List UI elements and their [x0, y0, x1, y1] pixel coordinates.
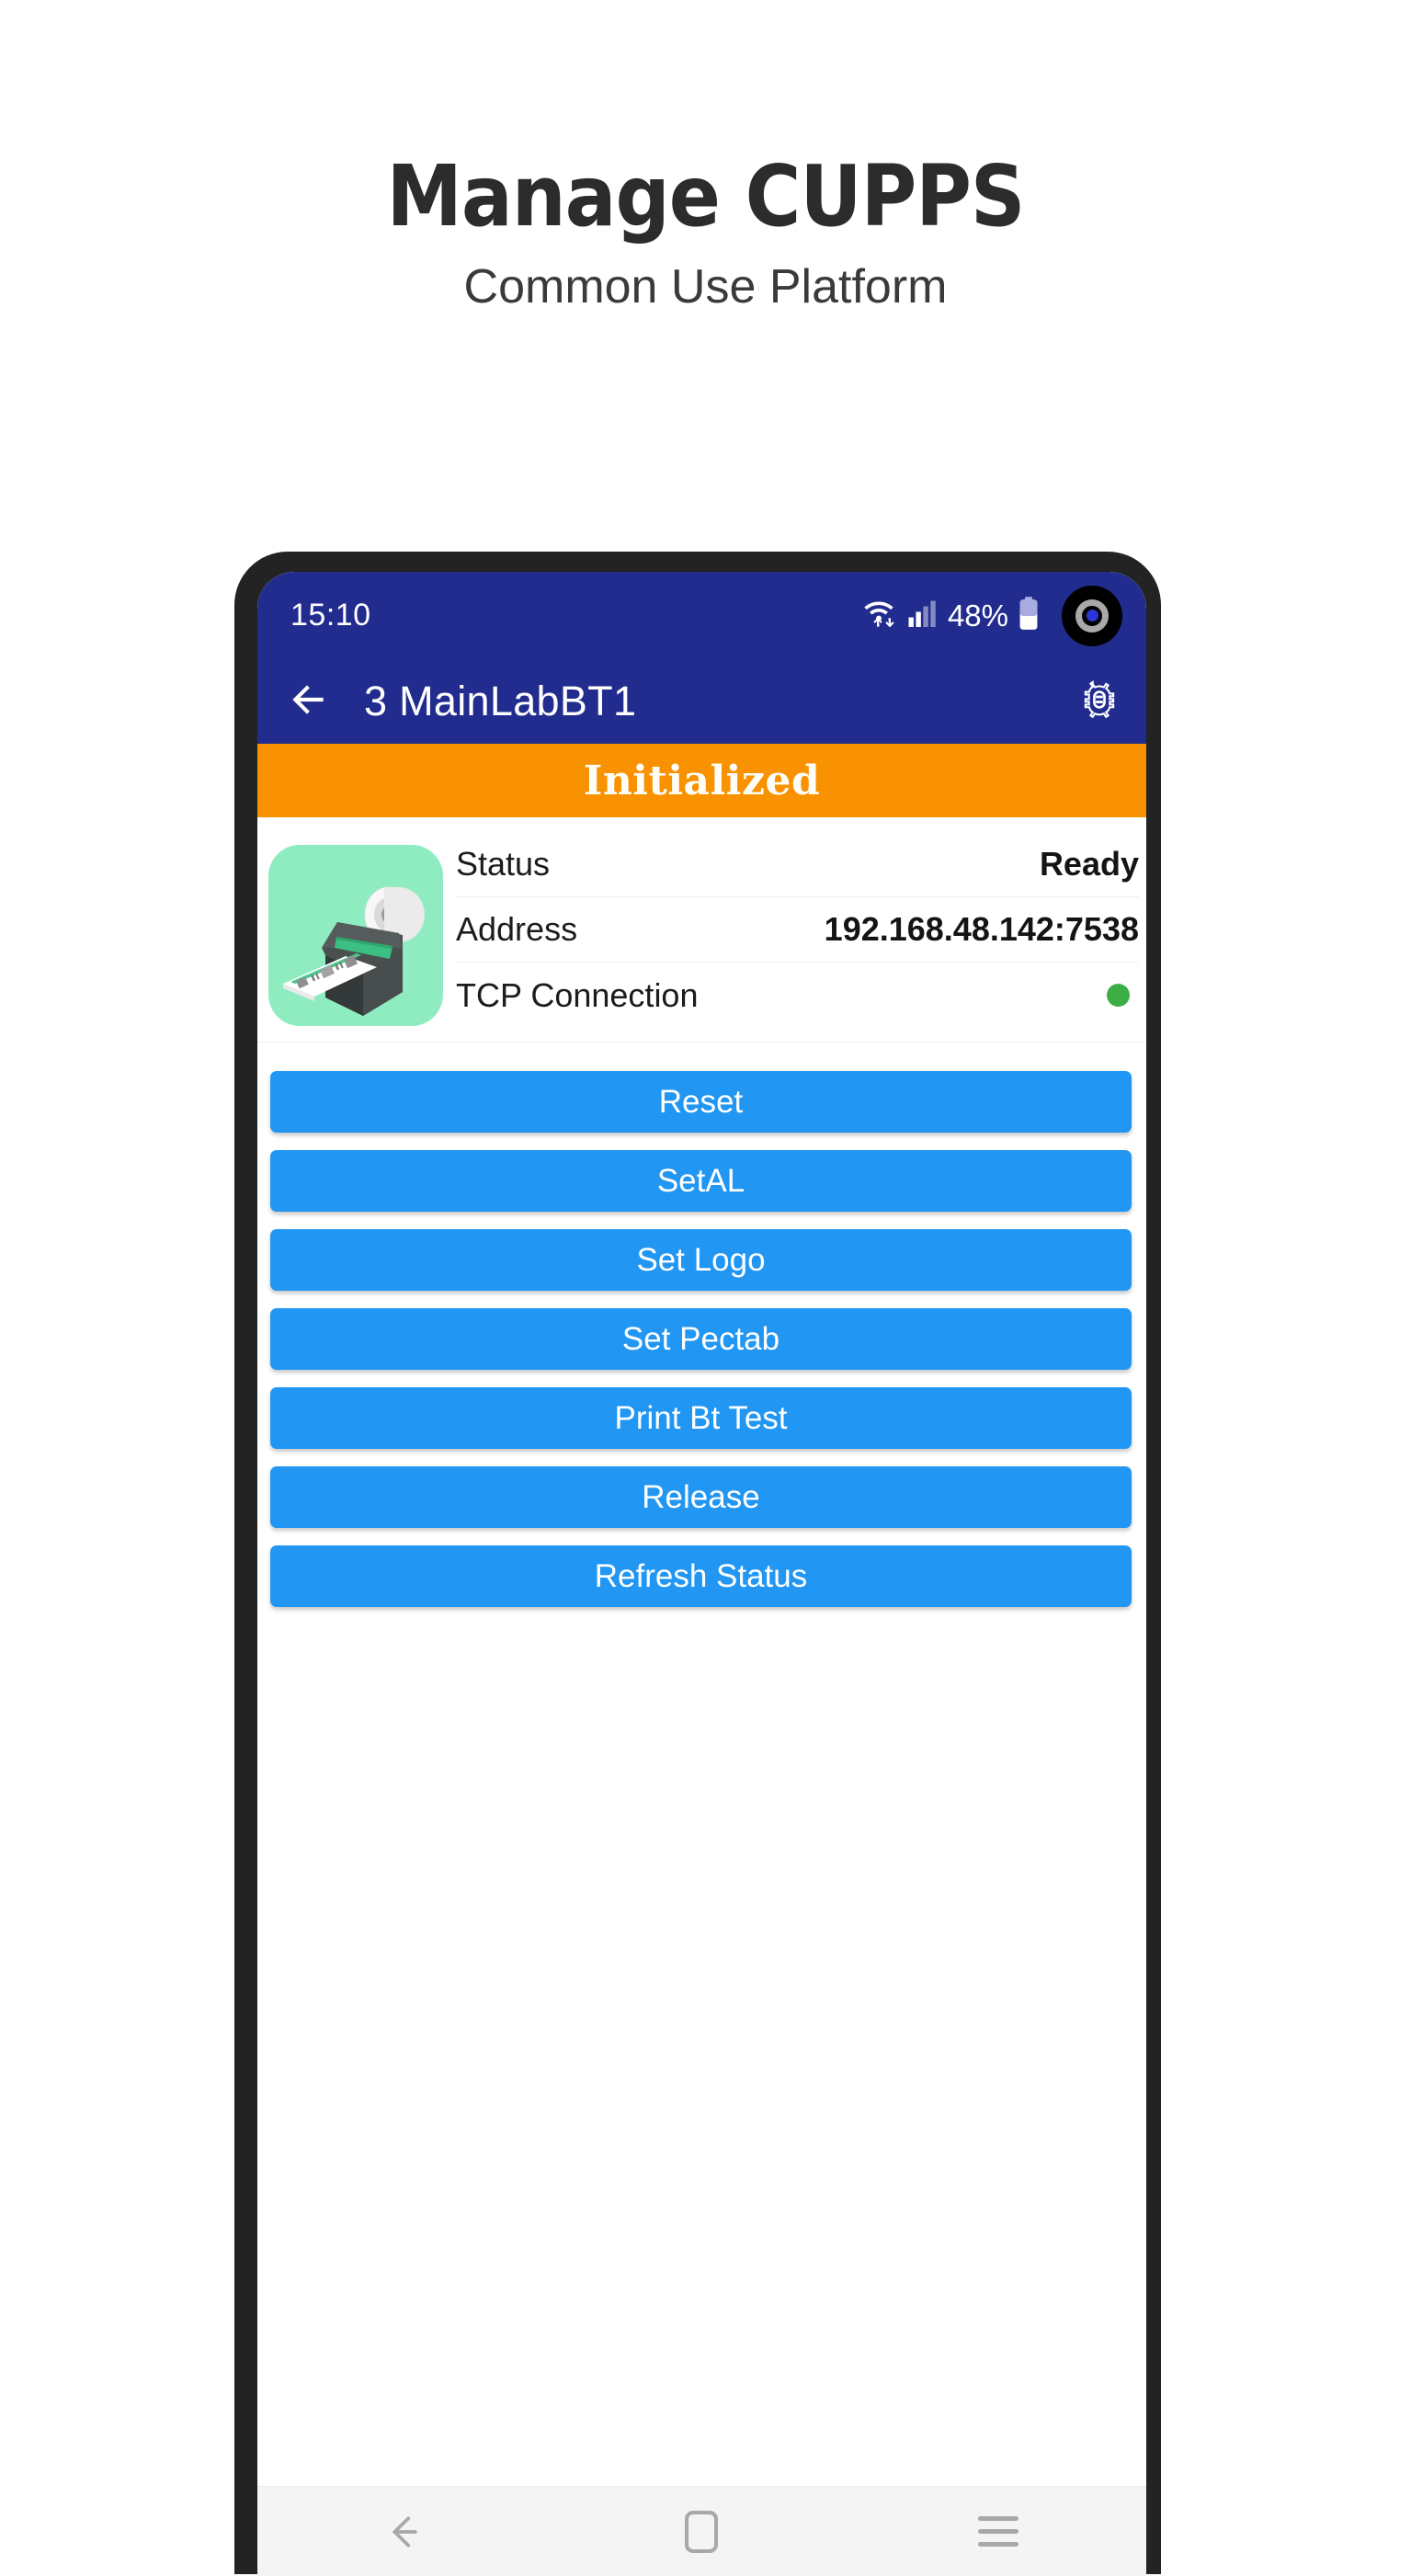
- info-value: 192.168.48.142:7538: [824, 910, 1139, 948]
- page-title: Manage CUPPS: [386, 147, 1025, 245]
- info-label: Status: [456, 845, 551, 883]
- info-row-status: Status Ready: [456, 832, 1139, 897]
- android-nav-bar: [257, 2486, 1146, 2576]
- boarding-pass-printer-icon: [268, 845, 443, 1026]
- status-bar-clock: 15:10: [290, 598, 371, 633]
- info-value: Ready: [1039, 845, 1139, 883]
- device-card: Status Ready Address 192.168.48.142:7538…: [257, 817, 1146, 1028]
- app-bar-title: 3 MainLabBT1: [364, 678, 637, 724]
- nav-recents-icon[interactable]: [850, 2516, 1146, 2547]
- phone-screen: 15:10 48% 3 MainLabBT1 Initialized Statu…: [257, 572, 1146, 2576]
- nav-back-icon[interactable]: [257, 2508, 553, 2556]
- status-badge: [1107, 984, 1130, 1007]
- refresh-status-button[interactable]: Refresh Status: [270, 1545, 1132, 1607]
- action-button-list: Reset SetAL Set Logo Set Pectab Print Bt…: [257, 1043, 1146, 1607]
- arrow-left-icon[interactable]: [285, 677, 331, 727]
- battery-icon: [1018, 596, 1039, 635]
- info-label: Address: [456, 910, 578, 948]
- release-button[interactable]: Release: [270, 1466, 1132, 1528]
- info-row-address: Address 192.168.48.142:7538: [456, 897, 1139, 963]
- page-subtitle: Common Use Platform: [463, 260, 948, 313]
- set-pectab-button[interactable]: Set Pectab: [270, 1308, 1132, 1370]
- setal-button[interactable]: SetAL: [270, 1150, 1132, 1212]
- cellular-signal-icon: [907, 598, 938, 633]
- app-bar: 3 MainLabBT1: [257, 659, 1146, 744]
- info-row-tcp-connection: TCP Connection: [456, 963, 1139, 1028]
- promo-header: Manage CUPPS Common Use Platform: [0, 0, 1411, 313]
- front-camera-punchhole-icon: [1062, 585, 1122, 646]
- print-bt-test-button[interactable]: Print Bt Test: [270, 1387, 1132, 1449]
- status-banner: Initialized: [257, 744, 1146, 817]
- status-bar-indicators: 48%: [860, 585, 1122, 646]
- wifi-updown-icon: [860, 595, 897, 636]
- status-bar: 15:10 48%: [257, 572, 1146, 659]
- battery-percent-label: 48%: [947, 598, 1008, 633]
- device-info-rows: Status Ready Address 192.168.48.142:7538…: [456, 832, 1146, 1028]
- nav-home-icon[interactable]: [553, 2510, 849, 2553]
- set-logo-button[interactable]: Set Logo: [270, 1229, 1132, 1291]
- info-label: TCP Connection: [456, 975, 699, 1014]
- status-banner-text: Initialized: [583, 757, 821, 804]
- bug-icon[interactable]: [1078, 678, 1121, 725]
- reset-button[interactable]: Reset: [270, 1071, 1132, 1133]
- phone-frame: 15:10 48% 3 MainLabBT1 Initialized Statu…: [234, 552, 1161, 2576]
